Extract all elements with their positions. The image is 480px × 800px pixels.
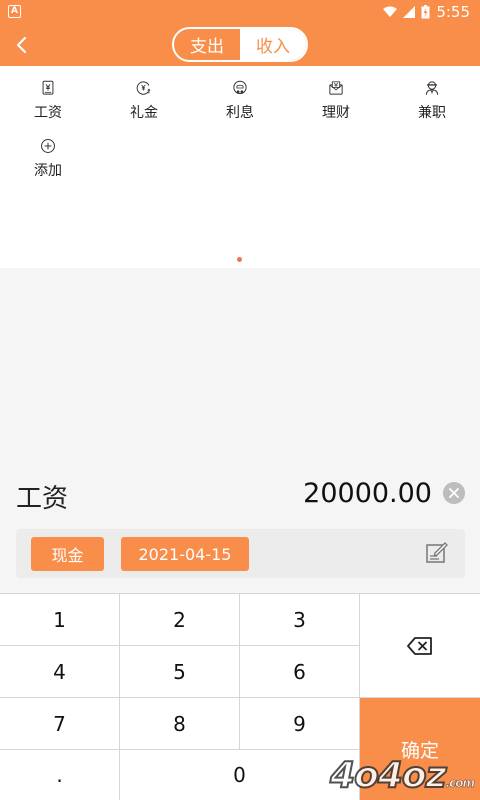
notification-icon: A bbox=[8, 5, 21, 18]
backspace-icon bbox=[407, 636, 432, 655]
investment-icon bbox=[329, 81, 343, 95]
interest-icon bbox=[233, 80, 247, 95]
confirm-button[interactable]: 确定 bbox=[360, 698, 480, 800]
category-label: 理财 bbox=[322, 105, 350, 121]
account-button[interactable]: 现金 bbox=[31, 537, 104, 571]
category-gift-money[interactable]: 礼金 bbox=[96, 66, 192, 122]
category-add[interactable]: 添加 bbox=[0, 124, 96, 180]
amount-row: 工资 20000.00 bbox=[0, 470, 480, 522]
tab-income[interactable]: 收入 bbox=[240, 29, 306, 60]
salary-icon bbox=[42, 80, 54, 95]
clear-icon[interactable] bbox=[443, 482, 465, 504]
category-grid: 工资 礼金 利息 理财 兼职 添加 bbox=[0, 66, 480, 268]
category-salary[interactable]: 工资 bbox=[0, 66, 96, 122]
key-4[interactable]: 4 bbox=[0, 646, 120, 698]
number-keypad: 1 2 3 4 5 6 7 8 9 . 0 确定 bbox=[0, 593, 480, 800]
date-button[interactable]: 2021-04-15 bbox=[121, 537, 249, 571]
key-5[interactable]: 5 bbox=[120, 646, 240, 698]
page-indicator-dot bbox=[237, 257, 242, 262]
category-label: 兼职 bbox=[418, 105, 446, 121]
amount-display: 20000.00 bbox=[303, 478, 432, 509]
type-switch: 支出 收入 bbox=[172, 27, 308, 62]
selected-category: 工资 bbox=[16, 484, 69, 514]
tab-expense[interactable]: 支出 bbox=[174, 29, 240, 60]
meta-row: 现金 2021-04-15 bbox=[16, 529, 465, 578]
gift-money-icon bbox=[136, 81, 151, 95]
key-9[interactable]: 9 bbox=[240, 698, 360, 750]
status-bar: A 5:55 bbox=[0, 0, 480, 24]
key-decimal[interactable]: . bbox=[0, 750, 120, 800]
category-label: 添加 bbox=[34, 163, 62, 179]
backspace-button[interactable] bbox=[360, 594, 480, 698]
status-time: 5:55 bbox=[436, 3, 470, 21]
key-7[interactable]: 7 bbox=[0, 698, 120, 750]
key-3[interactable]: 3 bbox=[240, 594, 360, 646]
key-0[interactable]: 0 bbox=[120, 750, 360, 800]
key-2[interactable]: 2 bbox=[120, 594, 240, 646]
category-investment[interactable]: 理财 bbox=[288, 66, 384, 122]
key-8[interactable]: 8 bbox=[120, 698, 240, 750]
note-edit-icon[interactable] bbox=[425, 541, 449, 565]
category-label: 礼金 bbox=[130, 105, 158, 121]
signal-icon bbox=[403, 6, 416, 18]
key-1[interactable]: 1 bbox=[0, 594, 120, 646]
back-arrow-icon[interactable] bbox=[10, 32, 34, 58]
key-6[interactable]: 6 bbox=[240, 646, 360, 698]
wifi-icon bbox=[383, 6, 398, 17]
part-time-icon bbox=[425, 81, 439, 95]
add-icon bbox=[41, 139, 55, 153]
category-interest[interactable]: 利息 bbox=[192, 66, 288, 122]
category-part-time[interactable]: 兼职 bbox=[384, 66, 480, 122]
status-icons: 5:55 bbox=[383, 3, 470, 21]
battery-icon bbox=[421, 5, 430, 19]
app-bar: 支出 收入 bbox=[0, 24, 480, 66]
category-label: 工资 bbox=[34, 105, 62, 121]
category-label: 利息 bbox=[226, 105, 254, 121]
